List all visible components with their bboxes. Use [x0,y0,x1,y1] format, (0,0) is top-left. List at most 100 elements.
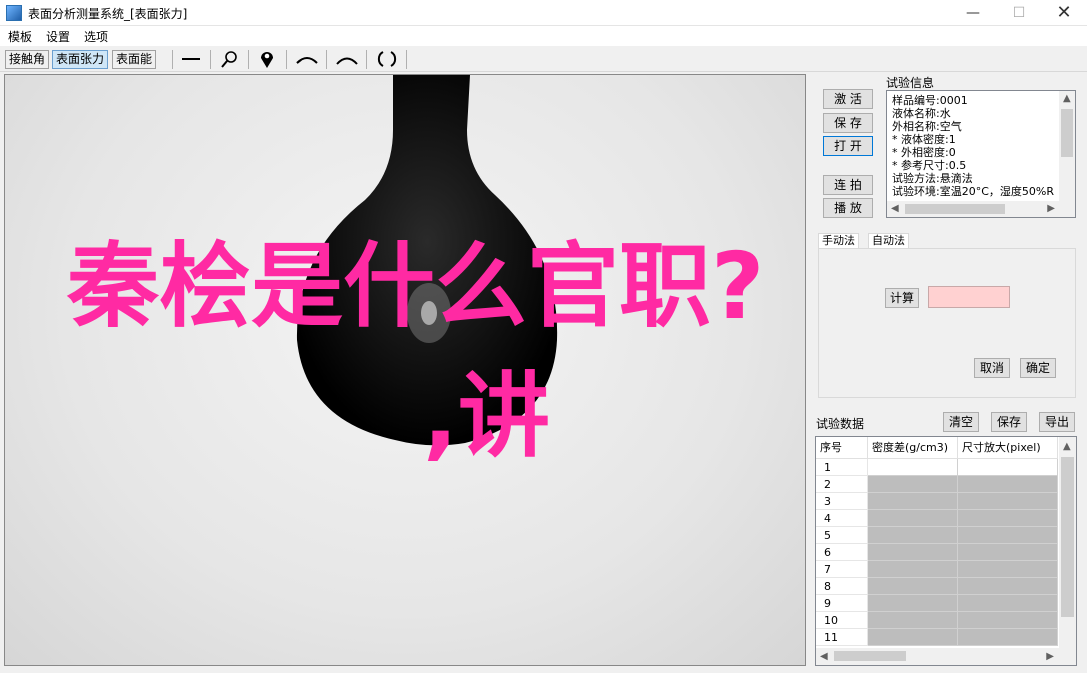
circle-fit-icon[interactable] [372,48,402,70]
save-image-button[interactable]: 保 存 [823,113,873,133]
scroll-left-icon[interactable]: ◀ [891,203,899,214]
table-row[interactable]: 10 [816,612,1058,629]
scrollbar-thumb[interactable] [905,204,1005,214]
menu-settings[interactable]: 设置 [46,28,70,45]
table-cell[interactable] [958,595,1058,612]
grid-vertical-scrollbar[interactable]: ▲ [1059,437,1076,649]
arc-icon[interactable] [332,48,362,70]
save-data-button[interactable]: 保存 [991,412,1027,432]
app-icon [6,5,22,21]
table-cell[interactable] [958,578,1058,595]
scrollbar-thumb[interactable] [834,651,906,661]
export-button[interactable]: 导出 [1039,412,1075,432]
result-field[interactable] [928,286,1010,308]
table-cell[interactable] [868,476,958,493]
tab-surface-tension[interactable]: 表面张力 [52,50,109,69]
column-header-density[interactable]: 密度差(g/cm3) [868,437,958,459]
table-cell[interactable] [868,561,958,578]
scroll-left-icon[interactable]: ◀ [820,651,828,662]
table-row[interactable]: 2 [816,476,1058,493]
pendant-drop-image [296,75,558,446]
info-line: 样品编号:0001 [892,94,968,107]
table-row[interactable]: 4 [816,510,1058,527]
table-cell[interactable] [868,527,958,544]
table-cell[interactable] [868,578,958,595]
table-cell[interactable] [868,595,958,612]
cancel-button[interactable]: 取消 [974,358,1010,378]
info-horizontal-scrollbar[interactable]: ◀ ▶ [887,201,1075,217]
activate-button[interactable]: 激 活 [823,89,873,109]
scrollbar-thumb[interactable] [1061,109,1073,157]
maximize-button[interactable]: ☐ [996,0,1042,26]
table-cell[interactable] [868,459,958,476]
location-pin-icon[interactable] [252,48,282,70]
info-line: 外相名称:空气 [892,120,962,133]
compute-button[interactable]: 计算 [885,288,919,308]
data-grid[interactable]: 序号 密度差(g/cm3) 尺寸放大(pixel) 1 2 3 4 5 6 7 … [815,436,1077,666]
table-cell[interactable] [958,612,1058,629]
table-cell[interactable] [958,527,1058,544]
table-cell[interactable] [958,510,1058,527]
table-cell[interactable] [958,459,1058,476]
table-row[interactable]: 3 [816,493,1058,510]
table-cell[interactable] [868,493,958,510]
row-index: 4 [816,510,868,527]
overlay-title-line2: ,讲 [423,363,550,470]
table-cell[interactable] [868,510,958,527]
toolbar-separator [248,50,249,69]
menu-template[interactable]: 模板 [8,28,32,45]
scroll-up-icon[interactable]: ▲ [1063,93,1071,104]
grid-horizontal-scrollbar[interactable]: ◀ ▶ [816,648,1076,665]
scroll-up-icon[interactable]: ▲ [1063,441,1071,452]
scroll-right-icon[interactable]: ▶ [1046,651,1054,662]
zoom-icon[interactable] [214,48,244,70]
row-index: 10 [816,612,868,629]
image-viewer[interactable]: 秦桧是什么官职? ,讲 [4,74,806,666]
column-header-size[interactable]: 尺寸放大(pixel) [958,437,1058,459]
table-cell[interactable] [868,544,958,561]
arc-left-icon[interactable] [292,48,322,70]
close-button[interactable]: ✕ [1041,0,1087,26]
overlay-title-line1: 秦桧是什么官职? [67,233,765,340]
table-row[interactable]: 9 [816,595,1058,612]
toolbar-separator [326,50,327,69]
table-row[interactable]: 8 [816,578,1058,595]
scroll-right-icon[interactable]: ▶ [1047,203,1055,214]
tab-manual-method[interactable]: 手动法 [818,233,859,249]
line-tool-icon[interactable] [176,48,206,70]
column-header-index[interactable]: 序号 [816,437,868,459]
row-index: 8 [816,578,868,595]
info-line: 试验方法:悬滴法 [892,172,973,185]
toolbar-separator [172,50,173,69]
title-bar: 表面分析测量系统_[表面张力] — ☐ ✕ [0,0,1087,26]
tab-surface-energy[interactable]: 表面能 [112,50,157,69]
minimize-button[interactable]: — [950,0,996,26]
data-heading: 试验数据 [816,417,865,431]
info-textbox[interactable]: 样品编号:0001 液体名称:水 外相名称:空气 * 液体密度:1 * 外相密度… [886,90,1076,218]
toolbar-separator [210,50,211,69]
tab-auto-method[interactable]: 自动法 [868,233,909,249]
scrollbar-thumb[interactable] [1061,457,1074,617]
clear-button[interactable]: 清空 [943,412,979,432]
open-button[interactable]: 打 开 [823,136,873,156]
table-row[interactable]: 7 [816,561,1058,578]
table-cell[interactable] [958,561,1058,578]
burst-capture-button[interactable]: 连 拍 [823,175,873,195]
table-row[interactable]: 11 [816,629,1058,646]
table-cell[interactable] [868,612,958,629]
tab-contact-angle[interactable]: 接触角 [5,50,50,69]
info-line: 液体名称:水 [892,107,951,120]
table-row[interactable]: 5 [816,527,1058,544]
table-cell[interactable] [958,629,1058,646]
menu-options[interactable]: 选项 [84,28,108,45]
table-row[interactable]: 1 [816,459,1058,476]
table-cell[interactable] [958,544,1058,561]
table-cell[interactable] [958,476,1058,493]
play-button[interactable]: 播 放 [823,198,873,218]
confirm-button[interactable]: 确定 [1020,358,1056,378]
table-cell[interactable] [958,493,1058,510]
window-title: 表面分析测量系统_[表面张力] [28,7,188,21]
info-vertical-scrollbar[interactable]: ▲ [1059,91,1075,203]
table-cell[interactable] [868,629,958,646]
table-row[interactable]: 6 [816,544,1058,561]
